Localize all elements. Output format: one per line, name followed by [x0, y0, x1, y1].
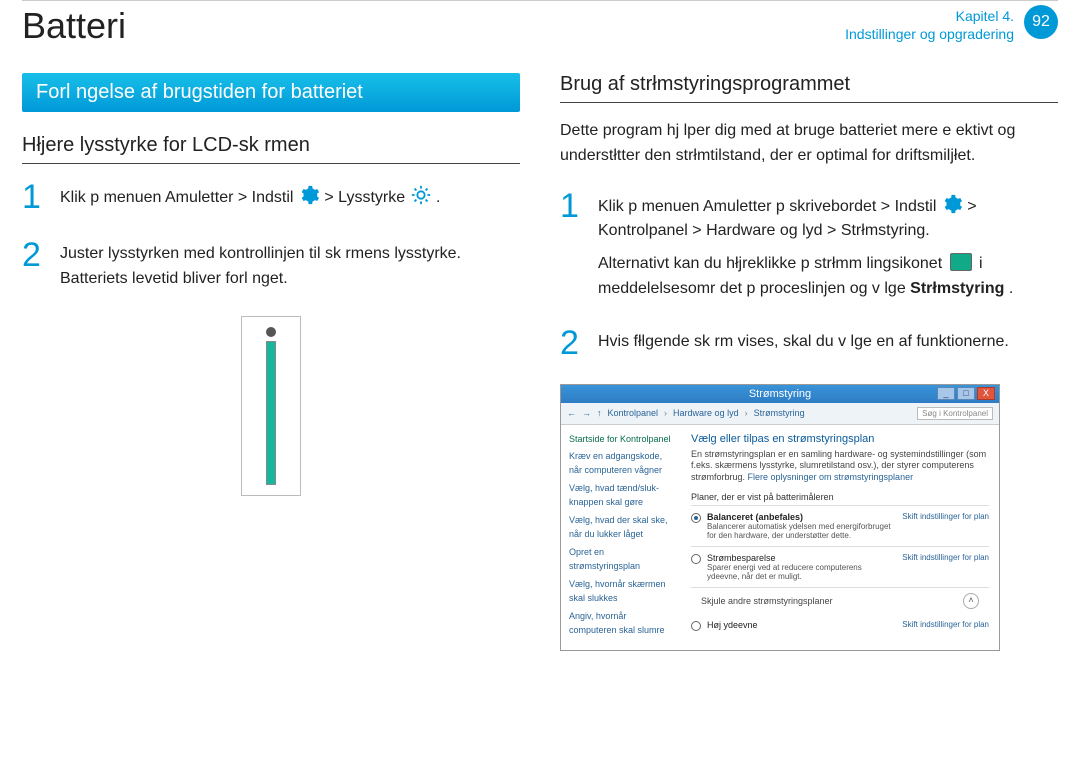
- step-number: 2: [560, 326, 588, 360]
- breadcrumb[interactable]: Strømstyring: [754, 408, 805, 418]
- control-panel-screenshot: Strømstyring _ □ X ← → ↑ Kontrolpanel › …: [560, 384, 1000, 652]
- left-step-2: 2 Juster lysstyrken med kontrollinjen ti…: [22, 238, 520, 292]
- sidebar-link[interactable]: Opret en strømstyringsplan: [569, 546, 673, 573]
- window-maximize-icon[interactable]: □: [957, 387, 975, 400]
- page-title: Batteri: [22, 5, 126, 47]
- chapter-block: Kapitel 4. Indstillinger og opgradering …: [845, 5, 1058, 43]
- step-number: 1: [22, 180, 50, 214]
- plan-group-label: Planer, der er vist på batterimåleren: [691, 492, 989, 502]
- plan-desc: Sparer energi ved at reducere computeren…: [707, 563, 896, 581]
- step-text: > Lysstyrke: [324, 189, 409, 206]
- radio-selected-icon[interactable]: [691, 513, 701, 523]
- collapse-label: Skjule andre strømstyringsplaner: [701, 596, 833, 606]
- sidebar: Startside for Kontrolpanel Kræv en adgan…: [561, 425, 681, 651]
- step-text: Juster lysstyrken med kontrollinjen til …: [60, 242, 461, 267]
- radio-icon[interactable]: [691, 621, 701, 631]
- gear-icon: [298, 184, 320, 206]
- power-plan-row[interactable]: Balanceret (anbefales) Balancerer automa…: [691, 505, 989, 546]
- window-close-icon[interactable]: X: [977, 387, 995, 400]
- brightness-icon: [410, 184, 432, 206]
- window-titlebar: Strømstyring _ □ X: [561, 385, 999, 403]
- step-text: .: [1009, 280, 1013, 297]
- subheading-power: Brug af strłmstyringsprogrammet: [560, 73, 1058, 103]
- step-number: 2: [22, 238, 50, 292]
- step-text: Klik p menuen Amuletter p skrivebordet >…: [598, 198, 941, 215]
- sidebar-link[interactable]: Vælg, hvad der skal ske, når du lukker l…: [569, 514, 673, 541]
- step-text-bold: Strłmstyring: [910, 280, 1004, 297]
- step-text: Klik p menuen Amuletter > Indstil: [60, 189, 298, 206]
- sidebar-link[interactable]: Vælg, hvad tænd/sluk-knappen skal gøre: [569, 482, 673, 509]
- sidebar-link[interactable]: Angiv, hvornår computeren skal slumre: [569, 610, 673, 637]
- sidebar-link[interactable]: Vælg, hvornår skærmen skal slukkes: [569, 578, 673, 605]
- right-step-1: 1 Klik p menuen Amuletter p skrivebordet…: [560, 189, 1058, 302]
- nav-forward-icon[interactable]: →: [582, 408, 591, 418]
- brightness-slider-illustration: [241, 316, 301, 496]
- section-band: Forl ngelse af brugstiden for batteriet: [22, 73, 520, 112]
- plan-desc: Balancerer automatisk ydelsen med energi…: [707, 522, 896, 540]
- nav-up-icon[interactable]: ↑: [597, 408, 602, 418]
- chapter-line-2: Indstillinger og opgradering: [845, 25, 1014, 43]
- plan-name: Høj ydeevne: [707, 620, 896, 630]
- step-number: 1: [560, 189, 588, 302]
- page-number-badge: 92: [1024, 5, 1058, 39]
- step-text: Batteriets levetid bliver forl nget.: [60, 267, 461, 292]
- plan-settings-link[interactable]: Skift indstillinger for plan: [902, 553, 989, 562]
- power-plan-row[interactable]: Strømbesparelse Sparer energi ved at red…: [691, 546, 989, 587]
- collapse-row[interactable]: Skjule andre strømstyringsplaner ˄: [691, 587, 989, 614]
- battery-tray-icon: [950, 253, 972, 271]
- slider-track-icon: [266, 341, 276, 485]
- power-description: Dette program hj lper dig med at bruge b…: [560, 119, 1058, 169]
- radio-icon[interactable]: [691, 554, 701, 564]
- power-plan-row[interactable]: Høj ydeevne Skift indstillinger for plan: [691, 614, 989, 637]
- plan-name: Balanceret (anbefales): [707, 512, 896, 522]
- main-pane: Vælg eller tilpas en strømstyringsplan E…: [681, 425, 999, 651]
- sidebar-heading[interactable]: Startside for Kontrolpanel: [569, 433, 673, 447]
- breadcrumb[interactable]: Hardware og lyd: [673, 408, 739, 418]
- nav-bar: ← → ↑ Kontrolpanel › Hardware og lyd › S…: [561, 403, 999, 425]
- nav-back-icon[interactable]: ←: [567, 408, 576, 418]
- window-title: Strømstyring: [749, 388, 811, 400]
- info-link[interactable]: Flere oplysninger om strømstyringsplaner: [748, 472, 914, 482]
- breadcrumb[interactable]: Kontrolpanel: [608, 408, 659, 418]
- plan-name: Strømbesparelse: [707, 553, 896, 563]
- left-step-1: 1 Klik p menuen Amuletter > Indstil > Ly…: [22, 180, 520, 214]
- window-minimize-icon[interactable]: _: [937, 387, 955, 400]
- gear-icon: [941, 193, 963, 215]
- subheading-brightness: Hłjere lysstyrke for LCD-sk rmen: [22, 134, 520, 164]
- main-text: En strømstyringsplan er en samling hardw…: [691, 449, 989, 484]
- slider-handle-icon: [266, 327, 276, 337]
- step-text: .: [436, 189, 440, 206]
- right-step-2: 2 Hvis fłlgende sk rm vises, skal du v l…: [560, 326, 1058, 360]
- sidebar-link[interactable]: Kræv en adgangskode, når computeren vågn…: [569, 450, 673, 477]
- chevron-up-icon[interactable]: ˄: [963, 593, 979, 609]
- step-text: Alternativt kan du hłjreklikke p strłmm …: [598, 255, 947, 272]
- main-heading: Vælg eller tilpas en strømstyringsplan: [691, 433, 989, 445]
- step-text: Hvis fłlgende sk rm vises, skal du v lge…: [598, 333, 1009, 350]
- plan-settings-link[interactable]: Skift indstillinger for plan: [902, 620, 989, 629]
- chapter-line-1: Kapitel 4.: [845, 7, 1014, 25]
- search-input[interactable]: Søg i Kontrolpanel: [917, 407, 993, 420]
- plan-settings-link[interactable]: Skift indstillinger for plan: [902, 512, 989, 521]
